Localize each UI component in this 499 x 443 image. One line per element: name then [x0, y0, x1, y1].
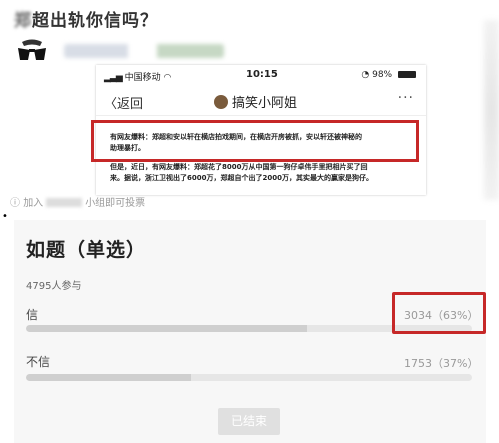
option-label-2: 不信: [26, 355, 51, 369]
back-label: 返回: [117, 97, 144, 112]
back-link: 〈返回: [104, 93, 143, 112]
option-bar-fill-2: [26, 374, 192, 381]
signal-icon: ▂▃▅: [104, 73, 123, 83]
info-icon: ⓘ: [10, 198, 20, 209]
account-title: 搞笑小阿姐: [214, 92, 297, 111]
sunglasses-avatar-icon: [16, 38, 48, 70]
bullet-dot: •: [2, 211, 8, 222]
account-name: 搞笑小阿姐: [232, 96, 298, 111]
option-stat-2: 1753（37%）: [404, 357, 479, 370]
poll-card: 如题（单选） 4795人参与 信 3034（63%） 不信 1753（37%） …: [14, 220, 486, 443]
post-title: 郑超出轨你信吗？: [14, 6, 158, 31]
option-bar-fill-1: [26, 325, 307, 332]
battery-icon: [398, 71, 416, 78]
poll-ended-button[interactable]: 已结束: [218, 408, 280, 435]
phone-status-bar: ▂▃▅ 中国移动 ◠ 10:15 ◔ 98%: [96, 65, 426, 85]
status-time: 10:15: [246, 69, 278, 80]
side-fade-decoration: [484, 20, 499, 200]
more-icon: ···: [397, 90, 414, 106]
poll-participants: 4795人参与: [26, 281, 82, 292]
group-name-blurred[interactable]: [46, 198, 83, 207]
poll-title: 如题（单选）: [26, 239, 147, 261]
status-left: ▂▃▅ 中国移动 ◠: [104, 70, 171, 83]
alarm-icon: ◔: [361, 70, 370, 80]
join-hint: ⓘ 加入 小组即可投票: [10, 194, 145, 209]
author-name-blurred[interactable]: [64, 44, 224, 58]
status-right: ◔ 98%: [361, 70, 416, 80]
wifi-icon: ◠: [163, 73, 172, 83]
article-line-3: 但是，近日，有网友爆料：郑超花了8000万从中国第一狗仔卓伟手里把相片买了回: [110, 163, 368, 171]
post-title-text: 超出轨你信吗？: [32, 11, 158, 31]
battery-percent: 98%: [372, 70, 393, 80]
highlight-box-article: [91, 120, 419, 162]
highlight-box-result: [392, 292, 486, 334]
chevron-left-icon: 〈: [104, 97, 118, 112]
phone-nav-bar: 〈返回 搞笑小阿姐 ···: [96, 87, 426, 116]
carrier-label: 中国移动: [124, 73, 161, 83]
avatar[interactable]: [16, 38, 48, 70]
account-avatar-icon: [214, 95, 228, 109]
join-suffix: 小组即可投票: [85, 198, 146, 209]
article-line-4: 来。据说，浙江卫视出了6000万，郑超自个出了2000万，其实最大的赢家是狗仔。: [110, 174, 373, 182]
post-title-blurred-char: 郑: [14, 11, 32, 31]
option-label-1: 信: [26, 308, 39, 322]
join-prefix: 加入: [23, 198, 44, 209]
option-bar-2: [26, 374, 472, 381]
